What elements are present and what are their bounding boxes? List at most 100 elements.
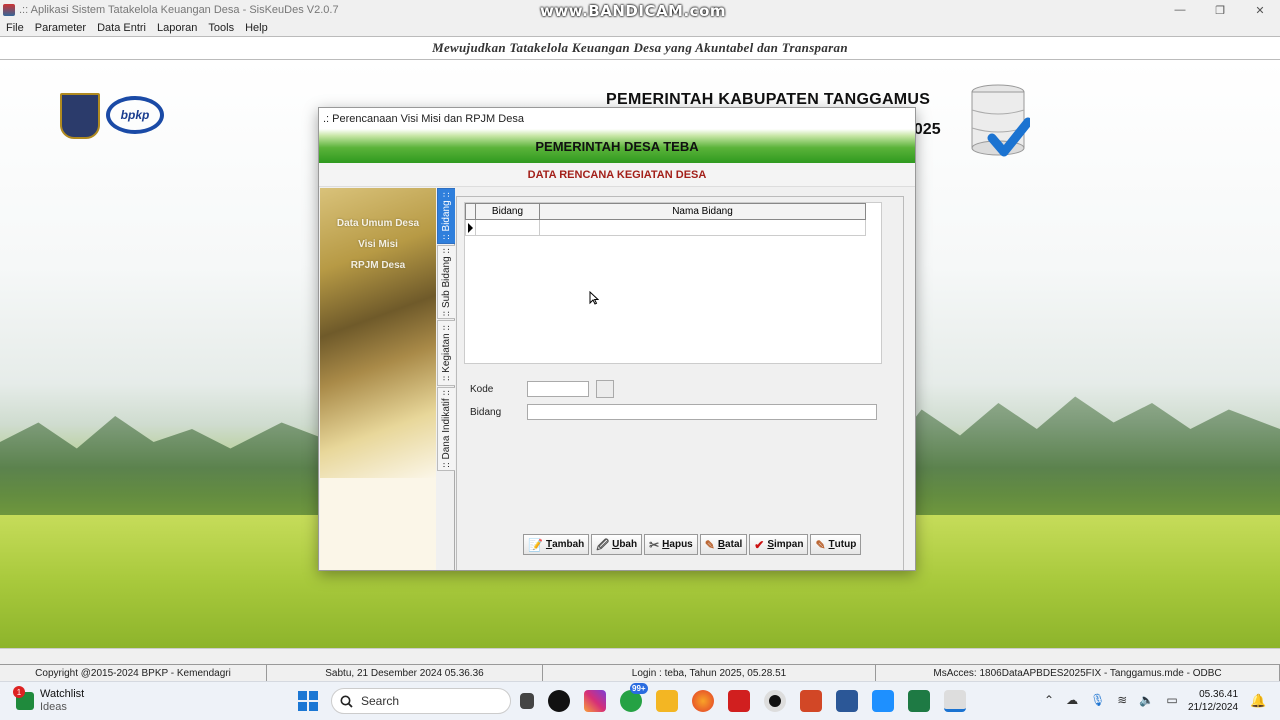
menu-file[interactable]: File — [6, 22, 24, 34]
tab-sub-bidang-label: :: Sub Bidang :: — [441, 247, 452, 317]
slogan-banner: Mewujudkan Tatakelola Keuangan Desa yang… — [0, 36, 1280, 60]
word-icon[interactable] — [836, 690, 858, 712]
side-panel: Data Umum Desa Visi Misi RPJM Desa — [320, 188, 436, 570]
system-tray: ⌃ ☁ 🎙 ≋ 🔈 ▭ — [1044, 693, 1178, 707]
kemendagri-logo — [60, 93, 100, 139]
tab-content: Bidang Nama Bidang Kode Bidang 📝Tambah — [456, 196, 904, 570]
tab-kegiatan[interactable]: :: Kegiatan :: — [437, 320, 455, 386]
search-placeholder: Search — [361, 694, 400, 708]
windows-taskbar: 1 Watchlist Ideas Search 99+ ⌃ ☁ 🎙 ≋ 🔈 ▭… — [0, 681, 1280, 720]
watchlist-widget[interactable]: 1 Watchlist Ideas — [13, 686, 84, 714]
onedrive-icon[interactable]: ☁ — [1066, 693, 1078, 707]
tutup-label: utup — [834, 539, 857, 550]
kode-field[interactable] — [527, 381, 589, 397]
status-date: Sabtu, 21 Desember 2024 05.36.36 — [267, 665, 543, 681]
table-row[interactable] — [465, 219, 866, 236]
column-header-nama-bidang[interactable]: Nama Bidang — [539, 203, 866, 220]
file-explorer-icon[interactable] — [656, 690, 678, 712]
tab-dana-indikatif[interactable]: :: Dana Indikatif :: — [437, 387, 455, 471]
window-titlebar: .:: Aplikasi Sistem Tatakelola Keuangan … — [0, 0, 1280, 20]
ubah-key: U — [612, 539, 620, 550]
mouse-cursor-icon — [589, 291, 599, 305]
whatsapp-icon[interactable]: 99+ — [620, 683, 648, 712]
grid-corner — [465, 203, 476, 220]
minimize-button[interactable]: — — [1160, 0, 1200, 20]
menu-laporan[interactable]: Laporan — [157, 22, 197, 34]
row-selector[interactable] — [465, 219, 476, 236]
slogan-text: Mewujudkan Tatakelola Keuangan Desa yang… — [432, 40, 848, 55]
notification-bell-icon[interactable]: 🔔 — [1250, 693, 1266, 709]
tab-bidang-label: :: Bidang :: — [441, 192, 452, 240]
taskbar-search[interactable]: Search — [331, 688, 511, 714]
hapus-label: apus — [669, 539, 693, 550]
search-icon — [340, 695, 353, 708]
perencanaan-dialog: .: Perencanaan Visi Misi dan RPJM Desa P… — [318, 107, 916, 571]
column-header-bidang[interactable]: Bidang — [475, 203, 540, 220]
menu-data-entri[interactable]: Data Entri — [97, 22, 146, 34]
watchlist-icon: 1 — [13, 686, 34, 710]
batal-key: B — [717, 539, 726, 550]
microphone-icon[interactable]: 🎙 — [1090, 693, 1105, 707]
hapus-key: H — [662, 539, 670, 550]
horizontal-scrollbar[interactable] — [0, 648, 1280, 664]
acrobat-icon[interactable] — [728, 690, 750, 712]
siskeudes-taskbar-icon[interactable] — [944, 690, 966, 712]
watchlist-badge: 1 — [13, 686, 25, 698]
status-bar: Copyright @2015-2024 BPKP - Kemendagri S… — [0, 664, 1280, 681]
tab-dana-indikatif-label: :: Dana Indikatif :: — [441, 390, 452, 468]
wifi-icon[interactable]: ≋ — [1117, 693, 1127, 707]
tutup-button[interactable]: ✎ Tutup — [810, 534, 862, 555]
kode-label: Kode — [470, 384, 494, 395]
close-button[interactable]: ✕ — [1240, 0, 1280, 20]
cell-bidang[interactable] — [475, 219, 540, 236]
volume-icon[interactable]: 🔈 — [1139, 693, 1154, 707]
chevron-up-icon[interactable]: ⌃ — [1044, 693, 1054, 707]
kode-lookup-button[interactable] — [596, 380, 614, 398]
instagram-icon[interactable] — [584, 690, 606, 712]
tab-kegiatan-label: :: Kegiatan :: — [441, 324, 452, 382]
vertical-tabs: :: Bidang :: :: Sub Bidang :: :: Kegiata… — [437, 188, 455, 570]
side-link-rpjm-desa[interactable]: RPJM Desa — [320, 260, 436, 271]
excel-icon[interactable] — [908, 690, 930, 712]
tab-bidang[interactable]: :: Bidang :: — [437, 188, 455, 244]
dialog-subheader: DATA RENCANA KEGIATAN DESA — [319, 163, 915, 187]
side-link-visi-misi[interactable]: Visi Misi — [320, 239, 436, 250]
menu-parameter[interactable]: Parameter — [35, 22, 86, 34]
tambah-icon: 📝 — [528, 537, 543, 552]
powerpoint-icon[interactable] — [800, 690, 822, 712]
status-login: Login : teba, Tahun 2025, 05.28.51 — [543, 665, 876, 681]
bidang-label: Bidang — [470, 407, 502, 418]
maximize-button[interactable]: ❐ — [1200, 0, 1240, 20]
window-title: .:: Aplikasi Sistem Tatakelola Keuangan … — [19, 4, 339, 16]
windows-start-icon[interactable] — [298, 691, 318, 711]
taskbar-clock[interactable]: 05.36.41 21/12/2024 — [1188, 688, 1238, 714]
tab-sub-bidang[interactable]: :: Sub Bidang :: — [437, 245, 455, 319]
simpan-button[interactable]: ✔ Simpan — [749, 534, 809, 555]
ubah-button[interactable]: 🖉 Ubah — [591, 534, 643, 555]
batal-icon: ✎ — [704, 537, 715, 552]
whatsapp-badge: 99+ — [630, 683, 648, 694]
firefox-icon[interactable] — [692, 690, 714, 712]
paint-icon[interactable] — [872, 690, 894, 712]
action-buttons: 📝 Tambah 🖉 Ubah ✂ Hapus ✎ Batal ✔ Simpan ✎ Tut… — [523, 534, 862, 555]
cell-nama-bidang[interactable] — [539, 219, 866, 236]
simpan-key: S — [767, 539, 775, 550]
database-check-icon — [971, 84, 1030, 157]
bidang-field[interactable] — [527, 404, 877, 420]
menu-tools[interactable]: Tools — [208, 22, 234, 34]
tiktok-icon[interactable] — [548, 690, 570, 712]
batal-button[interactable]: ✎ Batal — [699, 534, 748, 555]
ubah-icon: 🖉 — [596, 537, 610, 552]
bandicam-record-icon[interactable] — [764, 690, 786, 712]
watchlist-subtitle: Ideas — [40, 701, 67, 713]
bidang-grid[interactable]: Bidang Nama Bidang — [464, 202, 882, 364]
status-copyright: Copyright @2015-2024 BPKP - Kemendagri — [0, 665, 267, 681]
clock-time: 05.36.41 — [1199, 689, 1239, 700]
task-view-icon[interactable] — [520, 693, 534, 709]
menu-help[interactable]: Help — [245, 22, 268, 34]
battery-icon[interactable]: ▭ — [1166, 693, 1177, 707]
tambah-button[interactable]: 📝 Tambah — [523, 534, 590, 555]
side-link-data-umum-desa[interactable]: Data Umum Desa — [320, 218, 436, 229]
menu-bar: File Parameter Data Entri Laporan Tools … — [0, 20, 1280, 36]
hapus-button[interactable]: ✂ Hapus — [644, 534, 698, 555]
